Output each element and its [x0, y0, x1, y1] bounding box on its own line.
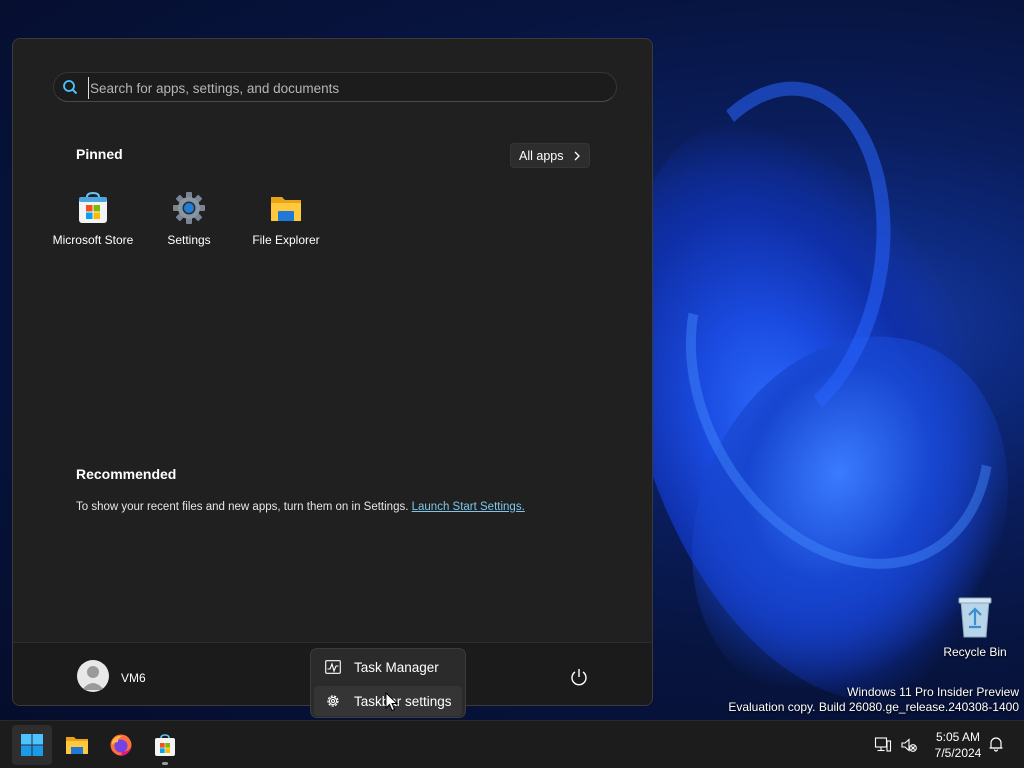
running-indicator — [162, 762, 168, 765]
menu-item-task-manager[interactable]: Task Manager — [314, 652, 462, 682]
taskbar: 5:05 AM 7/5/2024 — [0, 720, 1024, 768]
notification-bell-icon[interactable] — [988, 736, 1004, 752]
watermark-line-1: Windows 11 Pro Insider Preview — [847, 685, 1019, 699]
taskbar-clock[interactable]: 5:05 AM 7/5/2024 — [926, 729, 990, 761]
volume-muted-icon[interactable] — [900, 736, 918, 754]
watermark-line-2: Evaluation copy. Build 26080.ge_release.… — [728, 700, 1019, 714]
folder-icon — [269, 191, 303, 225]
search-input[interactable] — [88, 77, 612, 99]
recommended-heading: Recommended — [76, 466, 177, 482]
recommended-message: To show your recent files and new apps, … — [76, 501, 525, 513]
search-icon — [63, 80, 78, 95]
pinned-app-microsoft-store[interactable]: Microsoft Store — [45, 189, 141, 249]
evaluation-watermark: Windows 11 Pro Insider Preview Evaluatio… — [728, 685, 1019, 715]
microsoft-store-icon — [76, 191, 110, 225]
all-apps-label: All apps — [519, 148, 564, 163]
mouse-cursor-icon — [385, 692, 399, 712]
task-manager-icon — [325, 660, 341, 674]
pinned-app-settings[interactable]: Settings — [141, 189, 237, 249]
user-icon — [82, 666, 104, 690]
pinned-app-file-explorer[interactable]: File Explorer — [238, 189, 334, 249]
taskbar-start-button[interactable] — [12, 725, 52, 765]
firefox-icon — [110, 734, 132, 756]
pinned-app-label: File Explorer — [252, 233, 320, 247]
power-icon[interactable] — [569, 667, 589, 687]
avatar[interactable] — [77, 660, 109, 692]
taskbar-firefox[interactable] — [101, 725, 141, 765]
network-icon[interactable] — [874, 736, 892, 754]
clock-date: 7/5/2024 — [934, 746, 982, 760]
file-explorer-icon — [66, 737, 88, 754]
launch-start-settings-link[interactable]: Launch Start Settings. — [412, 501, 525, 513]
microsoft-store-icon — [155, 734, 175, 756]
pinned-heading: Pinned — [76, 146, 123, 162]
start-menu: Pinned All apps Microsoft Store — [12, 38, 653, 706]
clock-time: 5:05 AM — [935, 730, 981, 744]
taskbar-file-explorer[interactable] — [57, 725, 97, 765]
menu-item-label: Task Manager — [354, 660, 439, 675]
recycle-bin-shortcut[interactable]: Recycle Bin — [940, 595, 1010, 665]
menu-item-label: Taskbar settings — [354, 694, 452, 709]
chevron-right-icon — [574, 151, 580, 161]
recycle-bin-label: Recycle Bin — [943, 645, 1007, 659]
taskbar-microsoft-store[interactable] — [145, 725, 185, 765]
recommended-text: To show your recent files and new apps, … — [76, 501, 412, 513]
all-apps-button[interactable]: All apps — [510, 143, 590, 168]
pinned-app-label: Microsoft Store — [52, 233, 134, 247]
user-name[interactable]: VM6 — [121, 671, 146, 685]
search-box[interactable] — [53, 72, 617, 102]
start-icon — [21, 734, 43, 756]
settings-gear-icon — [172, 191, 206, 225]
pinned-app-label: Settings — [167, 233, 211, 247]
gear-icon — [327, 695, 339, 707]
recycle-bin-icon — [958, 597, 992, 638]
